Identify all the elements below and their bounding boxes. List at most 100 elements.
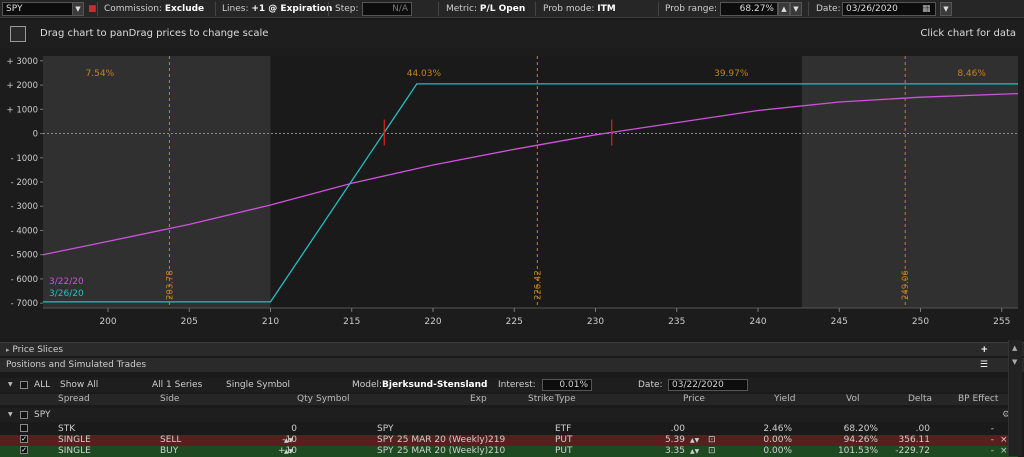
cell-price: 3.35 xyxy=(664,446,685,456)
interest-field[interactable]: 0.01% xyxy=(542,379,592,391)
series-select[interactable]: All 1 Series xyxy=(152,378,202,392)
col-strike[interactable]: Strike xyxy=(528,394,554,405)
col-delta[interactable]: Delta xyxy=(908,394,932,405)
cell-symbol: SPY xyxy=(377,424,394,434)
probrange-stepper-icon[interactable]: ▲ xyxy=(778,2,790,16)
x-tick-label: 220 xyxy=(424,317,441,327)
lock-icon[interactable]: ⊡ xyxy=(708,446,716,457)
all-checkbox[interactable] xyxy=(20,381,28,389)
col-spread[interactable]: Spread xyxy=(58,394,90,405)
chart-style-icon[interactable] xyxy=(10,26,26,42)
positions-header[interactable]: Positions and Simulated Trades ☰ xyxy=(0,358,1024,372)
y-tick-label: - 4000 xyxy=(11,226,38,236)
cell-bp: - xyxy=(990,424,994,434)
drag-hint: Drag chart to panDrag prices to change s… xyxy=(40,28,269,39)
col-bp-effect[interactable]: BP Effect xyxy=(958,394,998,405)
pl-chart[interactable]: + 3000 + 2000 + 1000 0 - 1000 - 2000 - 3000 - 4… xyxy=(0,48,1024,340)
group-row[interactable]: ▼ SPY ⚙ xyxy=(0,408,1018,422)
cell-bp: - xyxy=(990,435,994,445)
y-tick-label: + 2000 xyxy=(7,81,38,91)
row-checkbox[interactable] xyxy=(20,424,28,432)
symbol-dropdown-icon[interactable]: ▼ xyxy=(72,2,84,16)
col-qty[interactable]: Qty xyxy=(297,394,313,405)
col-vol[interactable]: Vol xyxy=(846,394,859,405)
chart-header: Drag chart to panDrag prices to change s… xyxy=(0,20,1024,48)
cell-vol: 101.53% xyxy=(837,446,878,456)
probrange-field[interactable]: 68.27% xyxy=(720,2,778,16)
model-label: Model: xyxy=(352,380,383,390)
add-icon[interactable]: + xyxy=(980,343,988,357)
lock-icon[interactable]: ⊡ xyxy=(708,435,716,446)
symbol-field[interactable]: SPY xyxy=(2,2,82,16)
cell-delta: 356.11 xyxy=(898,435,931,445)
prob-label: 39.97% xyxy=(714,69,749,79)
qty-stepper[interactable]: ▲▼ xyxy=(284,446,293,457)
probmode-label: Prob mode: xyxy=(543,4,595,14)
x-tick-label: 205 xyxy=(181,317,198,327)
col-yield[interactable]: Yield xyxy=(774,394,795,405)
interest-label: Interest: xyxy=(498,380,536,390)
qty-stepper[interactable]: ▲▼ xyxy=(284,435,293,446)
show-all-select[interactable]: Show All xyxy=(60,378,98,392)
x-tick-label: 235 xyxy=(668,317,685,327)
sim-date-field[interactable]: 03/22/2020 xyxy=(668,379,748,391)
price-slices-header[interactable]: ▸ Price Slices + xyxy=(0,342,1024,356)
group-collapse-icon[interactable]: ▼ xyxy=(8,408,13,422)
prob-label: 7.54% xyxy=(86,69,115,79)
commission-control[interactable]: Commission: Exclude xyxy=(104,0,204,18)
x-tick-label: 240 xyxy=(749,317,766,327)
col-price[interactable]: Price xyxy=(683,394,705,405)
table-row[interactable]: ✓ SINGLE BUY +10 SPY 25 MAR 20 (Weekly) 210 PUT… xyxy=(0,446,1018,457)
group-checkbox[interactable] xyxy=(20,411,28,419)
collapse-icon[interactable]: ▼ xyxy=(8,378,13,392)
probrange-dropdown-icon[interactable]: ▼ xyxy=(790,2,802,16)
price-slices-label: Price Slices xyxy=(12,345,64,355)
commission-value: Exclude xyxy=(164,4,205,14)
x-tick-label: 245 xyxy=(831,317,848,327)
step-field[interactable]: N/A xyxy=(362,2,412,16)
scroll-down-icon[interactable]: ▼ xyxy=(1012,358,1017,366)
cell-symbol: SPY xyxy=(377,446,394,456)
prob-label: 44.03% xyxy=(407,69,442,79)
scrollbar[interactable]: ▲ ▼ xyxy=(1008,340,1022,456)
scroll-up-icon[interactable]: ▲ xyxy=(1012,344,1017,352)
table-row[interactable]: STK 0 SPY ETF .00 2.46% 68.20% .00 - xyxy=(0,424,1018,435)
col-type[interactable]: Type xyxy=(555,394,576,405)
legend-label: 3/22/20 xyxy=(49,277,84,287)
probmode-control[interactable]: Prob mode: ITM xyxy=(543,0,616,18)
row-checkbox[interactable]: ✓ xyxy=(20,446,28,454)
y-tick-label: - 1000 xyxy=(11,154,38,164)
col-side[interactable]: Side xyxy=(160,394,179,405)
menu-icon[interactable]: ☰ xyxy=(980,358,988,372)
row-checkbox[interactable]: ✓ xyxy=(20,435,28,443)
y-tick-label: - 7000 xyxy=(11,299,38,309)
y-tick-label: - 2000 xyxy=(11,178,38,188)
table-row[interactable]: ✓ SINGLE SELL -10 SPY 25 MAR 20 (Weekly) 219 PU… xyxy=(0,435,1018,446)
probmode-value: ITM xyxy=(597,4,616,14)
prob-label: 8.46% xyxy=(957,69,986,79)
filter-bar: ▼ ALL Show All All 1 Series Single Symbo… xyxy=(0,378,1018,392)
col-symbol[interactable]: Symbol xyxy=(316,394,350,405)
expand-icon[interactable]: ▸ xyxy=(6,346,10,354)
lines-control[interactable]: Lines: +1 @ Expiration xyxy=(222,0,332,18)
col-exp[interactable]: Exp xyxy=(470,394,487,405)
cell-exp: 25 MAR 20 (Weekly) xyxy=(397,446,489,456)
x-tick-label: 230 xyxy=(587,317,604,327)
close-icon[interactable]: × xyxy=(1000,446,1008,457)
price-stepper[interactable]: ▲▼ xyxy=(690,435,699,446)
x-tick-label: 210 xyxy=(262,317,279,327)
cell-yield: 2.46% xyxy=(763,424,792,434)
cell-bp: - xyxy=(990,446,994,456)
model-select[interactable]: Bjerksund-Stensland xyxy=(382,378,487,392)
price-stepper[interactable]: ▲▼ xyxy=(690,446,699,457)
date-dropdown-icon[interactable]: ▼ xyxy=(940,2,952,16)
cell-side: BUY xyxy=(160,446,179,456)
calendar-icon[interactable]: ▦ xyxy=(922,0,931,18)
cell-type: ETF xyxy=(555,424,572,434)
y-tick-label: - 5000 xyxy=(11,251,38,261)
close-icon[interactable]: × xyxy=(1000,435,1008,446)
x-tick-label: 250 xyxy=(912,317,929,327)
metric-control[interactable]: Metric: P/L Open xyxy=(446,0,525,18)
lines-value: +1 @ Expiration xyxy=(251,4,333,14)
symbol-select[interactable]: Single Symbol xyxy=(226,378,290,392)
